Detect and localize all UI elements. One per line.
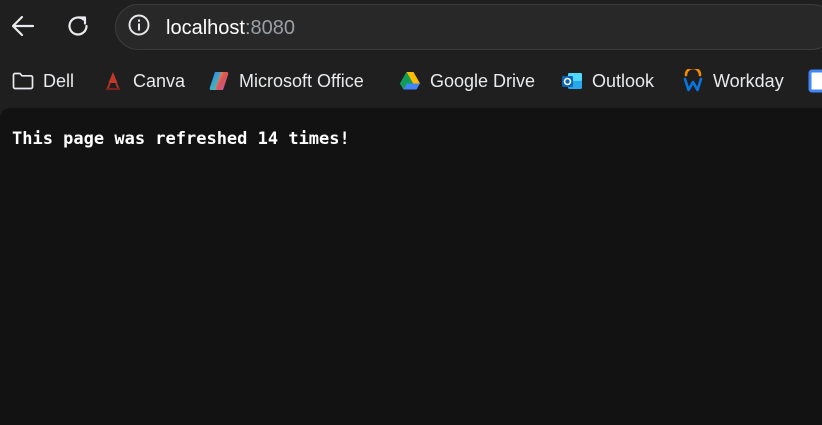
url-text[interactable]: localhost:8080 <box>166 17 295 39</box>
browser-toolbar: localhost:8080 <box>0 0 822 56</box>
arrow-left-icon <box>9 12 37 40</box>
bookmark-overflow-partial[interactable] <box>808 67 822 95</box>
bookmark-label: Canva <box>133 70 186 91</box>
back-button[interactable] <box>5 6 41 46</box>
bookmark-label: Workday <box>713 70 784 91</box>
reload-icon <box>64 12 92 40</box>
url-port: :8080 <box>244 17 295 39</box>
reload-button[interactable] <box>60 6 96 46</box>
google-calendar-icon <box>808 69 822 93</box>
address-bar[interactable]: localhost:8080 <box>115 4 822 50</box>
google-drive-icon <box>398 69 422 93</box>
browser-window: localhost:8080 Dell Canva Microsoft Offi… <box>0 0 822 425</box>
bookmark-dell[interactable]: Dell <box>11 67 74 95</box>
bookmark-microsoft-office[interactable]: Microsoft Office <box>207 67 364 95</box>
folder-icon <box>11 69 35 93</box>
site-info-button[interactable] <box>126 14 152 40</box>
outlook-icon <box>560 69 584 93</box>
microsoft-copilot-icon <box>207 69 231 93</box>
page-viewport: This page was refreshed 14 times! <box>0 108 822 425</box>
canva-logo-icon <box>101 69 125 93</box>
info-circle-icon <box>127 13 151 42</box>
bookmark-label: Microsoft Office <box>239 70 364 91</box>
bookmark-google-drive[interactable]: Google Drive <box>398 67 535 95</box>
url-host: localhost <box>166 17 245 39</box>
bookmark-canva[interactable]: Canva <box>101 67 185 95</box>
refresh-count-message: This page was refreshed 14 times! <box>12 129 350 149</box>
workday-icon <box>681 69 705 93</box>
bookmark-label: Google Drive <box>430 70 536 91</box>
bookmark-label: Dell <box>43 70 75 91</box>
bookmark-workday[interactable]: Workday <box>681 67 784 95</box>
bookmarks-bar: Dell Canva Microsoft Office Google Drive… <box>0 58 822 104</box>
bookmark-outlook[interactable]: Outlook <box>560 67 654 95</box>
bookmark-label: Outlook <box>592 70 655 91</box>
